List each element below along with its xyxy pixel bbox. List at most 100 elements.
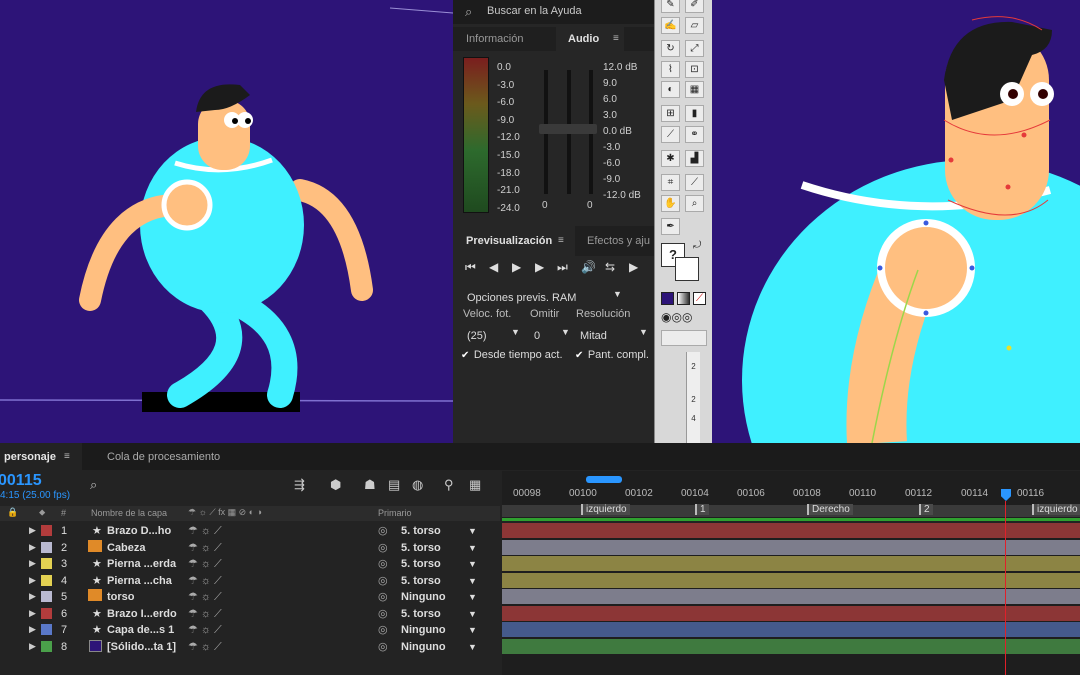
pickwhip-icon[interactable]: ◎ bbox=[378, 574, 388, 587]
layer-row[interactable]: ▶ 5 torso ☂ ☼ ⟋ ◎ Ninguno ▼ bbox=[0, 589, 500, 605]
comp-marker[interactable]: izquierdo bbox=[581, 504, 630, 515]
resolution-select[interactable]: Mitad ▼ bbox=[580, 326, 650, 344]
eraser-tool-icon[interactable]: ▱ bbox=[685, 17, 704, 34]
expand-arrow-icon[interactable]: ▶ bbox=[29, 558, 36, 569]
comp-marker[interactable]: izquierdo bbox=[1032, 504, 1080, 515]
help-search-input[interactable]: Buscar en la Ayuda bbox=[487, 5, 582, 17]
layer-duration-bar[interactable] bbox=[502, 605, 1080, 621]
fill-stroke-icon[interactable]: ? ⤾ bbox=[661, 240, 701, 283]
draft-3d-icon[interactable]: ⬢ bbox=[330, 477, 341, 493]
chevron-down-icon[interactable]: ▼ bbox=[468, 642, 477, 652]
layer-row[interactable]: ▶ 3 ★ Pierna ...erda ☂ ☼ ⟋ ◎ 5. torso ▼ bbox=[0, 556, 500, 572]
ram-preview-icon[interactable]: ▶ bbox=[629, 260, 638, 274]
play-icon[interactable]: ▶ bbox=[512, 260, 521, 274]
comp-flowchart-icon[interactable]: ⇶ bbox=[294, 477, 305, 493]
parent-select[interactable]: 5. torso bbox=[401, 608, 441, 620]
rotate-tool-icon[interactable]: ↻ bbox=[661, 40, 680, 57]
layer-row[interactable]: ▶ 7 ★ Capa de...s 1 ☂ ☼ ⟋ ◎ Ninguno ▼ bbox=[0, 622, 500, 638]
loop-icon[interactable]: ⇆ bbox=[605, 260, 615, 274]
brainstorm-icon[interactable]: ▦ bbox=[469, 477, 481, 493]
layer-name[interactable]: Cabeza bbox=[107, 542, 146, 554]
parent-select[interactable]: 5. torso bbox=[401, 575, 441, 587]
pencil-tool-icon[interactable]: ✐ bbox=[685, 0, 704, 13]
expand-arrow-icon[interactable]: ▶ bbox=[29, 591, 36, 602]
pickwhip-icon[interactable]: ◎ bbox=[378, 557, 388, 570]
slice-tool-icon[interactable]: ⟋ bbox=[685, 174, 704, 191]
layer-row[interactable]: ▶ 6 ★ Brazo I...erdo ☂ ☼ ⟋ ◎ 5. torso ▼ bbox=[0, 606, 500, 622]
layer-row[interactable]: ▶ 2 Cabeza ☂ ☼ ⟋ ◎ 5. torso ▼ bbox=[0, 539, 500, 556]
layer-duration-bar[interactable] bbox=[502, 556, 1080, 571]
none-icon[interactable]: ⟋ bbox=[693, 292, 706, 305]
screen-mode-icon[interactable] bbox=[661, 330, 707, 346]
pickwhip-icon[interactable]: ◎ bbox=[378, 541, 388, 554]
drawing-modes-icons[interactable]: ◉◎◎ bbox=[661, 310, 707, 326]
shy-switch-icon[interactable]: ☂ ☼ ⟋ bbox=[188, 541, 222, 555]
timeline-search-icon[interactable]: ⌕ bbox=[90, 477, 97, 493]
shy-switch-icon[interactable]: ☂ ☼ ⟋ bbox=[188, 590, 222, 604]
scale-tool-icon[interactable]: ⤢ bbox=[685, 40, 704, 57]
playhead-line[interactable] bbox=[1005, 501, 1006, 675]
tab-previsualizacion[interactable]: Previsualización ≡ bbox=[453, 226, 575, 256]
tab-informacion[interactable]: Información bbox=[466, 33, 523, 45]
zoom-tool-icon[interactable]: ⌕ bbox=[685, 195, 704, 212]
chevron-down-icon[interactable]: ▼ bbox=[468, 526, 477, 536]
blend-tool-icon[interactable]: ⚭ bbox=[685, 126, 704, 143]
parent-select[interactable]: 5. torso bbox=[401, 542, 441, 554]
label-color-swatch[interactable] bbox=[41, 541, 52, 553]
expand-arrow-icon[interactable]: ▶ bbox=[29, 608, 36, 619]
shy-switch-icon[interactable]: ☂ ☼ ⟋ bbox=[188, 557, 222, 571]
layer-name[interactable]: Capa de...s 1 bbox=[107, 624, 174, 636]
shy-switch-icon[interactable]: ☂ ☼ ⟋ bbox=[188, 607, 222, 621]
tab-efectos[interactable]: Efectos y aju bbox=[587, 235, 650, 247]
current-time-display[interactable]: 00115 bbox=[0, 472, 42, 490]
layer-name[interactable]: Pierna ...cha bbox=[107, 575, 172, 587]
hand-tool-icon[interactable]: ✋ bbox=[661, 195, 680, 212]
label-color-swatch[interactable] bbox=[41, 558, 52, 569]
expand-arrow-icon[interactable]: ▶ bbox=[29, 624, 36, 635]
shy-layers-icon[interactable]: ☗ bbox=[364, 477, 376, 493]
help-search-bar[interactable]: ⌕ Buscar en la Ayuda bbox=[453, 0, 654, 24]
swap-icon[interactable]: ⤾ bbox=[693, 240, 701, 251]
chevron-down-icon[interactable]: ▼ bbox=[468, 609, 477, 619]
symbol-sprayer-tool-icon[interactable]: ✱ bbox=[661, 150, 680, 167]
pickwhip-icon[interactable]: ◎ bbox=[378, 607, 388, 620]
brush-tool-icon[interactable]: ✎ bbox=[661, 0, 680, 13]
layer-name[interactable]: torso bbox=[107, 591, 135, 603]
eyedropper-tool-icon[interactable]: ⟋ bbox=[661, 126, 680, 143]
prev-frame-icon[interactable]: ◀ bbox=[489, 260, 498, 274]
parent-select[interactable]: Ninguno bbox=[401, 641, 446, 653]
gradient-tool-icon[interactable]: ▮ bbox=[685, 105, 704, 122]
pickwhip-icon[interactable]: ◎ bbox=[378, 590, 388, 603]
full-screen-checkbox[interactable]: ✔ Pant. compl. bbox=[575, 345, 649, 363]
layer-duration-bar[interactable] bbox=[502, 622, 1080, 637]
shy-switch-icon[interactable]: ☂ ☼ ⟋ bbox=[188, 640, 222, 654]
tab-render-queue[interactable]: Cola de procesamiento bbox=[107, 451, 220, 463]
shy-switch-icon[interactable]: ☂ ☼ ⟋ bbox=[188, 574, 222, 588]
panel-menu-icon[interactable]: ≡ bbox=[558, 235, 564, 246]
layer-row[interactable]: ▶ 8 [Sólido...ta 1] ☂ ☼ ⟋ ◎ Ninguno ▼ bbox=[0, 639, 500, 655]
shy-switch-icon[interactable]: ☂ ☼ ⟋ bbox=[188, 623, 222, 637]
layer-duration-bar[interactable] bbox=[502, 572, 1080, 588]
audio-slider-handle[interactable] bbox=[539, 124, 597, 134]
chevron-down-icon[interactable]: ▼ bbox=[468, 543, 477, 553]
mesh-tool-icon[interactable]: ⊞ bbox=[661, 105, 680, 122]
label-color-swatch[interactable] bbox=[41, 640, 52, 652]
comp-marker[interactable]: Derecho bbox=[807, 504, 853, 515]
label-color-swatch[interactable] bbox=[41, 525, 52, 536]
warp-tool-icon[interactable]: ⌇ bbox=[661, 61, 680, 78]
tab-composition[interactable]: personaje ≡ bbox=[0, 443, 82, 470]
tab-audio[interactable]: Audio ≡ bbox=[556, 27, 624, 51]
expand-arrow-icon[interactable]: ▶ bbox=[29, 525, 36, 536]
expand-arrow-icon[interactable]: ▶ bbox=[29, 641, 36, 652]
comp-marker[interactable]: 2 bbox=[919, 504, 933, 515]
comp-marker[interactable]: 1 bbox=[695, 504, 709, 515]
audio-icon[interactable]: 🔊 bbox=[581, 260, 596, 274]
shy-switch-icon[interactable]: ☂ ☼ ⟋ bbox=[188, 524, 222, 538]
expand-arrow-icon[interactable]: ▶ bbox=[29, 575, 36, 586]
composition-viewer[interactable] bbox=[0, 0, 454, 443]
label-color-swatch[interactable] bbox=[41, 574, 52, 586]
layer-name[interactable]: [Sólido...ta 1] bbox=[107, 641, 176, 653]
layer-row[interactable]: ▶ 4 ★ Pierna ...cha ☂ ☼ ⟋ ◎ 5. torso ▼ bbox=[0, 573, 500, 589]
parent-select[interactable]: Ninguno bbox=[401, 591, 446, 603]
graph-tool-icon[interactable]: ▟ bbox=[685, 150, 704, 167]
